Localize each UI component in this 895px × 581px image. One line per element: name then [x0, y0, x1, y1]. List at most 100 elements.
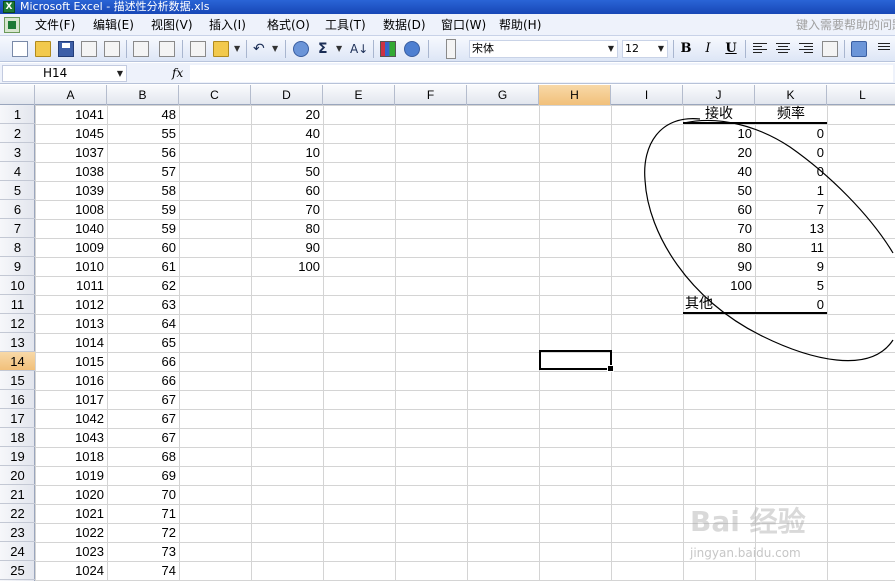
row-header-1[interactable]: 1 — [0, 105, 35, 124]
menu-tools[interactable]: 工具(T) — [325, 14, 366, 36]
column-header-b[interactable]: B — [107, 85, 179, 105]
cell-b23[interactable]: 72 — [107, 523, 179, 542]
toolbar-options-icon[interactable] — [446, 39, 456, 59]
open-folder-icon[interactable] — [35, 41, 51, 57]
undo-icon[interactable]: ↶ — [253, 40, 265, 58]
cell-b16[interactable]: 67 — [107, 390, 179, 409]
cell-d5[interactable]: 60 — [251, 181, 323, 200]
column-header-a[interactable]: A — [35, 85, 107, 105]
cell-a24[interactable]: 1023 — [35, 542, 107, 561]
font-name-select[interactable]: 宋体 ▼ — [469, 40, 618, 58]
cell-d9[interactable]: 100 — [251, 257, 323, 276]
menu-window[interactable]: 窗口(W) — [441, 14, 486, 36]
paste-dropdown-icon[interactable]: ▼ — [234, 44, 240, 54]
cell-a16[interactable]: 1017 — [35, 390, 107, 409]
column-header-j[interactable]: J — [683, 85, 755, 105]
cell-a11[interactable]: 1012 — [35, 295, 107, 314]
worksheet-grid[interactable]: ABCDEFGHIJKL 1 2 3 4 5 6 7 8 9 10 11 12 13 14 15 16 17 18… — [0, 85, 895, 581]
cell-a8[interactable]: 1009 — [35, 238, 107, 257]
insert-function-icon[interactable]: fx — [172, 65, 183, 82]
column-header-g[interactable]: G — [467, 85, 539, 105]
font-size-select[interactable]: 12 ▼ — [622, 40, 668, 58]
menu-edit[interactable]: 编辑(E) — [93, 14, 134, 36]
column-header-i[interactable]: I — [611, 85, 683, 105]
cell-a20[interactable]: 1019 — [35, 466, 107, 485]
column-header-d[interactable]: D — [251, 85, 323, 105]
row-header-10[interactable]: 10 — [0, 276, 35, 295]
print-icon[interactable] — [133, 41, 149, 57]
column-header-k[interactable]: K — [755, 85, 827, 105]
cell-k9[interactable]: 9 — [755, 257, 827, 276]
cell-b13[interactable]: 65 — [107, 333, 179, 352]
row-header-15[interactable]: 15 — [0, 371, 35, 390]
select-all-corner[interactable] — [0, 85, 35, 105]
cell-k2[interactable]: 0 — [755, 124, 827, 143]
row-header-21[interactable]: 21 — [0, 485, 35, 504]
bold-button[interactable]: B — [677, 40, 695, 58]
cell-b6[interactable]: 59 — [107, 200, 179, 219]
cell-j8[interactable]: 80 — [683, 238, 755, 257]
column-header-l[interactable]: L — [827, 85, 895, 105]
menu-file[interactable]: 文件(F) — [35, 14, 75, 36]
cell-b21[interactable]: 70 — [107, 485, 179, 504]
cell-b3[interactable]: 56 — [107, 143, 179, 162]
cell-j9[interactable]: 90 — [683, 257, 755, 276]
merge-center-icon[interactable] — [822, 41, 838, 57]
menu-format[interactable]: 格式(O) — [267, 14, 310, 36]
row-header-12[interactable]: 12 — [0, 314, 35, 333]
cell-b14[interactable]: 66 — [107, 352, 179, 371]
row-header-8[interactable]: 8 — [0, 238, 35, 257]
cell-a13[interactable]: 1014 — [35, 333, 107, 352]
cell-k7[interactable]: 13 — [755, 219, 827, 238]
cell-j7[interactable]: 70 — [683, 219, 755, 238]
underline-button[interactable]: U — [722, 40, 740, 58]
cell-j3[interactable]: 20 — [683, 143, 755, 162]
cell-b10[interactable]: 62 — [107, 276, 179, 295]
row-header-20[interactable]: 20 — [0, 466, 35, 485]
hyperlink-icon[interactable] — [293, 41, 309, 57]
row-header-22[interactable]: 22 — [0, 504, 35, 523]
row-header-13[interactable]: 13 — [0, 333, 35, 352]
cell-k5[interactable]: 1 — [755, 181, 827, 200]
cell-a15[interactable]: 1016 — [35, 371, 107, 390]
cell-k8[interactable]: 11 — [755, 238, 827, 257]
row-header-16[interactable]: 16 — [0, 390, 35, 409]
save-icon[interactable] — [58, 41, 74, 57]
row-header-24[interactable]: 24 — [0, 542, 35, 561]
cell-k3[interactable]: 0 — [755, 143, 827, 162]
workbook-icon[interactable] — [4, 17, 20, 33]
active-cell-h14[interactable] — [539, 350, 614, 372]
row-header-11[interactable]: 11 — [0, 295, 35, 314]
cell-b11[interactable]: 63 — [107, 295, 179, 314]
column-header-e[interactable]: E — [323, 85, 395, 105]
row-header-3[interactable]: 3 — [0, 143, 35, 162]
cell-b24[interactable]: 73 — [107, 542, 179, 561]
cell-a6[interactable]: 1008 — [35, 200, 107, 219]
cell-a4[interactable]: 1038 — [35, 162, 107, 181]
print-preview-icon[interactable] — [159, 41, 175, 57]
new-document-icon[interactable] — [12, 41, 28, 57]
cell-a3[interactable]: 1037 — [35, 143, 107, 162]
cell-b18[interactable]: 67 — [107, 428, 179, 447]
email-icon[interactable] — [104, 41, 120, 57]
cell-d7[interactable]: 80 — [251, 219, 323, 238]
menu-data[interactable]: 数据(D) — [383, 14, 426, 36]
paste-icon[interactable] — [213, 41, 229, 57]
cell-k10[interactable]: 5 — [755, 276, 827, 295]
cell-a1[interactable]: 1041 — [35, 105, 107, 124]
help-icon[interactable] — [404, 41, 420, 57]
copy-icon[interactable] — [190, 41, 206, 57]
cell-d3[interactable]: 10 — [251, 143, 323, 162]
cell-j4[interactable]: 40 — [683, 162, 755, 181]
cell-a7[interactable]: 1040 — [35, 219, 107, 238]
cell-b25[interactable]: 74 — [107, 561, 179, 580]
cell-b5[interactable]: 58 — [107, 181, 179, 200]
row-header-6[interactable]: 6 — [0, 200, 35, 219]
cell-j5[interactable]: 50 — [683, 181, 755, 200]
column-header-c[interactable]: C — [179, 85, 251, 105]
cell-a25[interactable]: 1024 — [35, 561, 107, 580]
cell-b22[interactable]: 71 — [107, 504, 179, 523]
currency-style-icon[interactable] — [851, 41, 867, 57]
formula-input[interactable] — [190, 65, 893, 82]
row-header-19[interactable]: 19 — [0, 447, 35, 466]
